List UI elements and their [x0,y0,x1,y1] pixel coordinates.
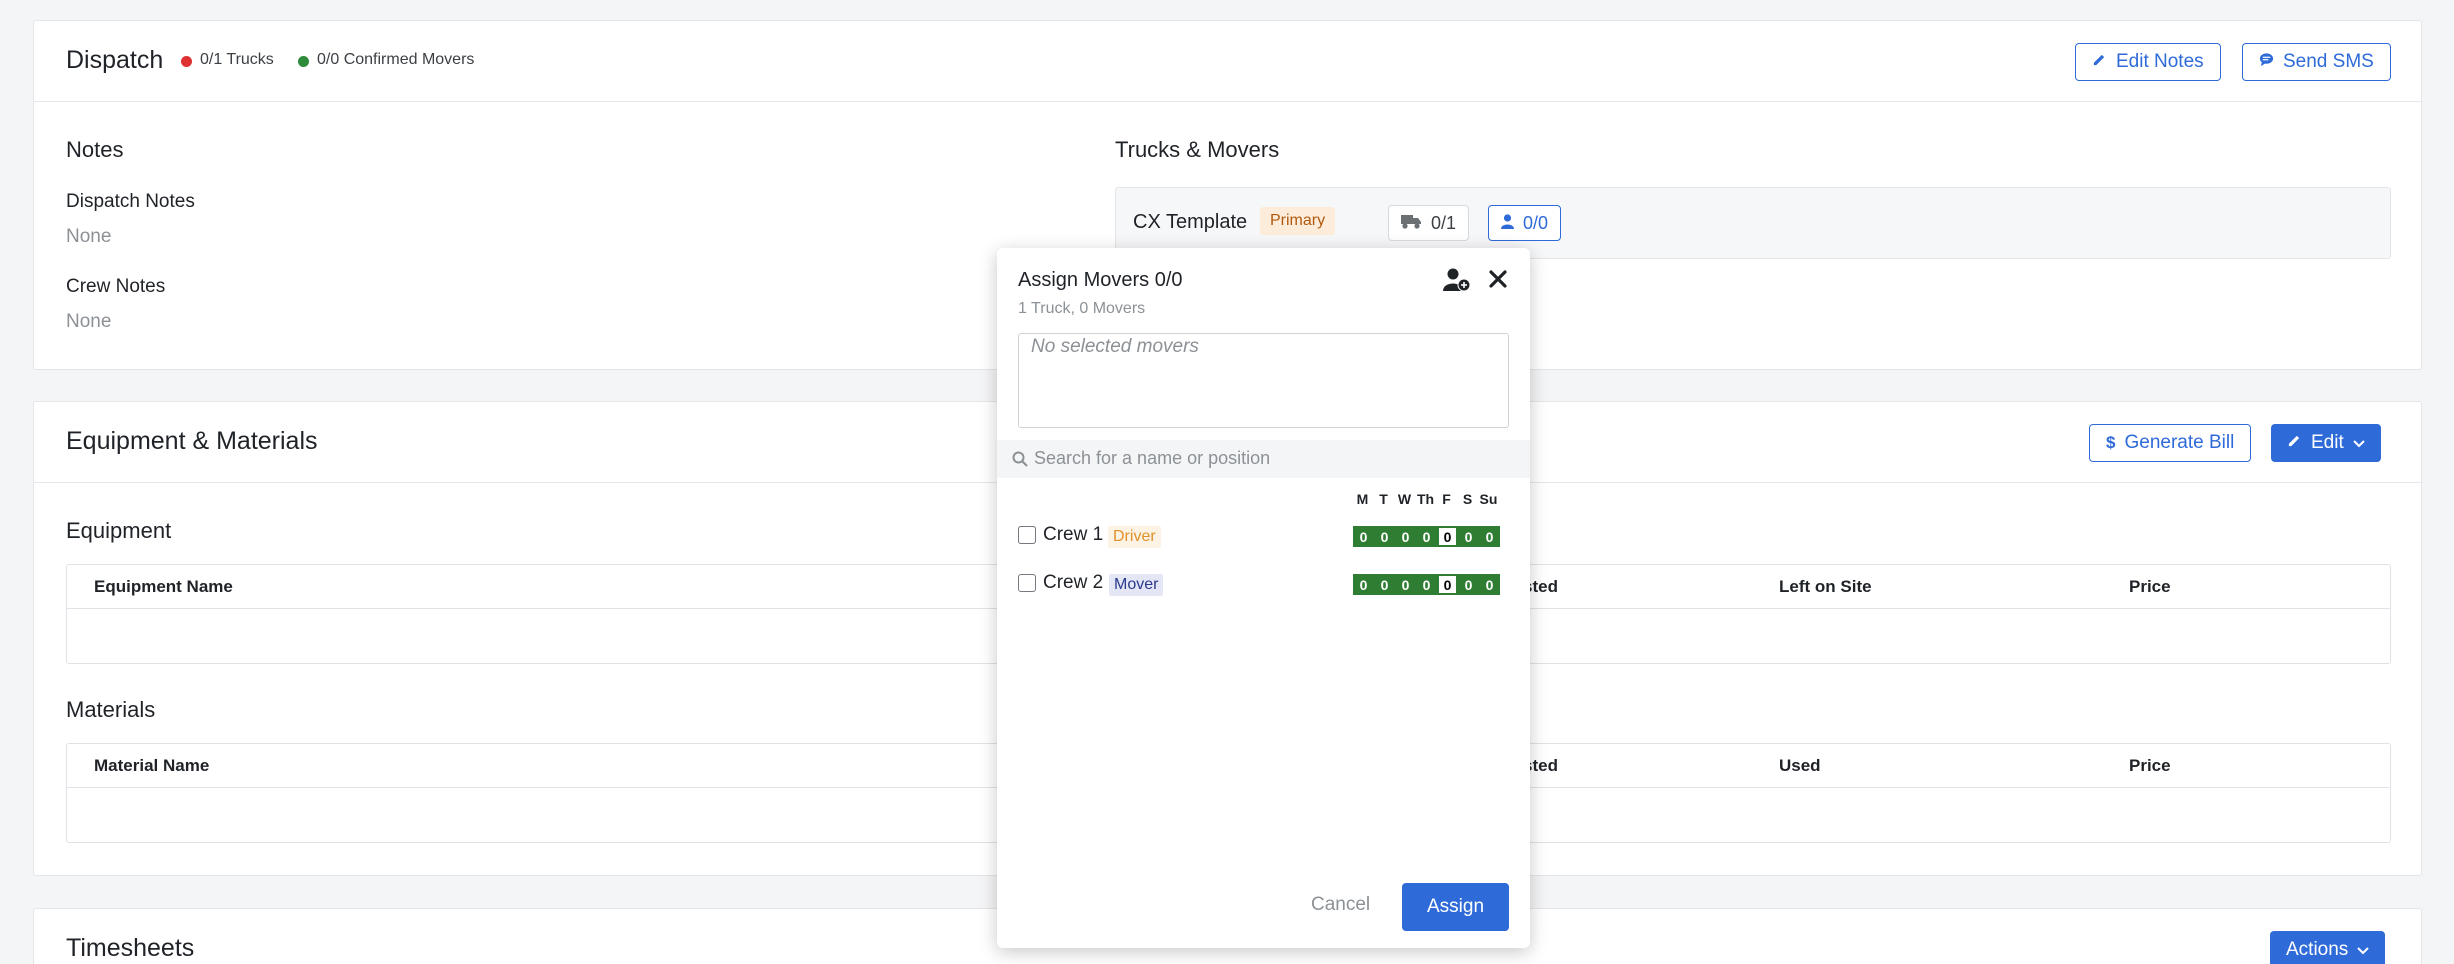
schedule-cell: 0 [1416,574,1437,595]
col-left-on-site: Left on Site [1779,577,1872,596]
trucks-status-dot [181,56,192,67]
col-price: Price [2129,756,2171,775]
truck-count-badge[interactable]: 0/1 [1388,205,1470,241]
crew-2-role-badge: Mover [1109,574,1164,596]
dollar-icon: $ [2106,433,2116,452]
crew-2-schedule: 0 0 0 0 0 0 0 [1353,574,1500,595]
modal-subtitle: 1 Truck, 0 Movers [1018,300,1146,317]
trucks-status: 0/1 Trucks [200,51,274,68]
col-material-name: Material Name [94,756,210,775]
dispatch-header: Dispatch 0/1 Trucks 0/0 Confirmed Movers… [34,21,2421,102]
crew-row[interactable] [997,248,1530,544]
schedule-cell: 0 [1353,526,1374,547]
search-icon [1012,451,1028,472]
truck-icon [1401,213,1422,234]
weekday-header: M T W Th F S Su [1352,491,1499,507]
col-price: Price [2129,577,2171,596]
template-name: CX Template [1133,211,1248,233]
movers-status-dot [298,56,309,67]
schedule-cell: 0 [1458,574,1479,595]
schedule-cell: 0 [1395,526,1416,547]
crew-notes-label: Crew Notes [66,276,166,297]
day-t: T [1379,491,1388,507]
send-sms-button[interactable]: Send SMS [2242,43,2391,81]
schedule-cell: 0 [1374,526,1395,547]
send-sms-label: Send SMS [2283,51,2374,72]
pencil-icon [2287,432,2302,454]
actions-label: Actions [2286,939,2349,960]
crew-2-name: Crew 2 [1043,572,1104,593]
cancel-button[interactable]: Cancel [1311,894,1370,916]
equipment-title: Equipment & Materials [66,427,318,455]
chevron-down-icon [2357,939,2370,961]
schedule-cell-today: 0 [1437,526,1458,547]
assign-button[interactable]: Assign [1402,883,1509,931]
selected-movers-box[interactable]: No selected movers [1018,333,1509,428]
search-bar[interactable]: Search for a name or position [997,440,1530,478]
crew-1-checkbox[interactable] [1018,526,1036,544]
edit-button[interactable]: Edit [2271,424,2381,462]
chat-icon [2259,51,2274,73]
notes-heading: Notes [66,137,124,162]
dispatch-title: Dispatch [66,46,164,74]
day-f: F [1442,491,1451,507]
schedule-cell: 0 [1479,574,1500,595]
primary-badge: Primary [1260,207,1336,235]
truck-count: 0/1 [1431,212,1457,233]
day-s: S [1462,491,1473,507]
edit-notes-label: Edit Notes [2116,51,2204,72]
col-equipment-name: Equipment Name [94,577,233,596]
schedule-cell-today: 0 [1437,574,1458,595]
day-m: M [1356,491,1369,507]
col-used: Used [1779,756,1821,775]
schedule-cell: 0 [1416,526,1437,547]
actions-button[interactable]: Actions [2270,931,2386,964]
schedule-cell: 0 [1458,526,1479,547]
crew-1-role-badge: Driver [1108,526,1161,548]
assign-movers-popover: Assign Movers 0/0 1 Truck, 0 Movers No s… [997,248,1530,948]
dispatch-notes-value: None [66,226,112,247]
schedule-cell: 0 [1353,574,1374,595]
crew-2-checkbox[interactable] [1018,574,1036,592]
day-th: Th [1416,491,1435,507]
mover-count: 0/0 [1523,212,1549,233]
schedule-cell: 0 [1395,574,1416,595]
crew-1-name: Crew 1 [1043,524,1104,545]
edit-label: Edit [2311,432,2344,453]
mover-count-badge[interactable]: 0/0 [1488,205,1562,241]
movers-status: 0/0 Confirmed Movers [317,51,475,68]
pencil-icon [2092,51,2107,73]
edit-notes-button[interactable]: Edit Notes [2075,43,2221,81]
crew-1-schedule: 0 0 0 0 0 0 0 [1353,526,1500,547]
schedule-cell: 0 [1374,574,1395,595]
chevron-down-icon [2353,432,2365,454]
selected-movers-placeholder: No selected movers [1031,336,1199,357]
search-input[interactable]: Search for a name or position [1034,448,1270,469]
equipment-heading: Equipment [66,518,172,543]
timesheets-title: Timesheets [66,934,195,962]
materials-heading: Materials [66,697,156,722]
day-w: W [1397,491,1412,507]
trucks-movers-heading: Trucks & Movers [1115,137,1280,162]
schedule-cell: 0 [1479,526,1500,547]
crew-notes-value: None [66,311,112,332]
generate-bill-label: Generate Bill [2124,432,2235,453]
person-icon [1501,213,1514,234]
generate-bill-button[interactable]: $ Generate Bill [2089,424,2252,462]
dispatch-notes-label: Dispatch Notes [66,191,195,212]
day-su: Su [1479,491,1498,507]
